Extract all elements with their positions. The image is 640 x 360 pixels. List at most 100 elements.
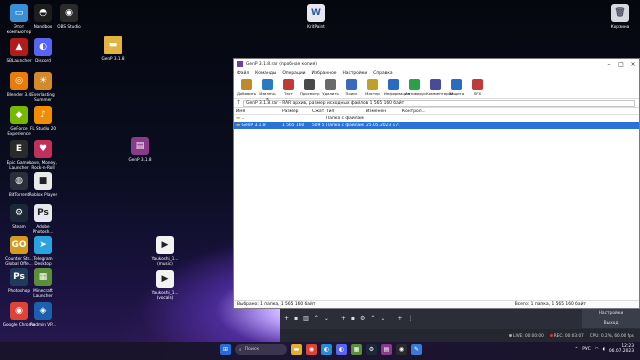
search-box[interactable]: ⌕ Поиск xyxy=(235,344,287,355)
tray-chevron-icon[interactable]: ⌃ xyxy=(575,347,579,352)
path-field[interactable]: GenP 3.1.8.rar - RAR архив, размер исход… xyxy=(243,99,635,107)
desktop-icon[interactable]: ♥ Love, Money, Rock-n-Roll xyxy=(26,140,60,170)
filter-icon[interactable]: ▥ xyxy=(303,315,309,322)
toolbar-button[interactable]: Извлечь в xyxy=(258,79,277,101)
column-header-cell[interactable]: Сжат xyxy=(310,109,324,114)
more-icon[interactable]: ⋮ xyxy=(407,315,413,322)
desktop-icon[interactable]: ◉ OBS Studio xyxy=(52,4,86,29)
column-header-cell[interactable]: Имя xyxy=(234,109,280,114)
view-icon xyxy=(304,79,315,90)
winrar-archive-icon: ▤ xyxy=(131,137,149,155)
desktop-icon-label: Adobe Photosh... xyxy=(32,224,54,234)
remove-scene-icon[interactable]: ▪ xyxy=(351,315,355,322)
desktop-icon-label: Radmin VP... xyxy=(30,322,56,327)
toolbar-button[interactable]: Защита xyxy=(447,79,466,96)
column-header-cell[interactable]: Размер xyxy=(280,109,310,114)
column-header-cell[interactable]: Изменён xyxy=(364,109,400,114)
menu-item[interactable]: Избранное xyxy=(312,71,337,76)
toolbar-button[interactable]: Просмотр xyxy=(300,79,320,96)
toolbar-label: Мастер xyxy=(365,91,380,96)
table-row[interactable]: ▬ .. Папка с файлами xyxy=(234,115,639,122)
column-header-cell[interactable]: Контрол... xyxy=(400,109,430,114)
start-button[interactable]: ⊞ xyxy=(220,344,231,355)
volume-icon[interactable]: ◖ xyxy=(603,347,605,352)
obs-settings-button[interactable]: Настройки xyxy=(599,311,624,316)
menu-item[interactable]: Справка xyxy=(373,71,392,76)
toolbar-button[interactable]: Антивирус xyxy=(405,79,426,96)
fl-studio-icon: ♪ xyxy=(34,106,52,124)
menu-item[interactable]: Настройки xyxy=(342,71,367,76)
obs-controls: + ▪ ▥ ⌃ ⌄ + ▪ ⚙ ⌃ ⌄ + ⋮ Настройки Выход … xyxy=(280,309,640,342)
winrar-window[interactable]: GenP 3.1.8.rar (пробная копия) – □ × Фай… xyxy=(233,58,640,309)
desktop-icon[interactable]: ◈ Radmin VP... xyxy=(26,302,60,327)
desktop-krita[interactable]: W KritPaint xyxy=(299,4,333,29)
minimize-button[interactable]: – xyxy=(603,61,615,68)
desktop-folder-genp[interactable]: ▬ GenP 3.1.8 xyxy=(96,36,130,61)
discord-taskbar-icon[interactable]: ◐ xyxy=(336,344,347,355)
minecraft-icon: ▦ xyxy=(34,268,52,286)
down-scene-icon[interactable]: ⌄ xyxy=(380,315,385,322)
menu-item[interactable]: Команды xyxy=(255,71,276,76)
menu-item[interactable]: Операции xyxy=(282,71,305,76)
close-button[interactable]: × xyxy=(627,61,639,68)
column-header: Имя Размер Сжат Тип Изменён Контрол... xyxy=(234,108,639,115)
desktop-icon[interactable]: ■ Roblox Player xyxy=(26,172,60,197)
toolbar-button[interactable]: Мастер xyxy=(363,79,382,96)
desktop-video-music[interactable]: ▶ Yaukoshi_1... (music) xyxy=(148,236,182,266)
column-header-cell[interactable]: Тип xyxy=(324,109,364,114)
wifi-icon[interactable]: ◠ xyxy=(595,347,599,352)
desktop-icon[interactable]: Ps Adobe Photosh... xyxy=(26,204,60,234)
desktop-icon[interactable]: ▦ Minecraft Launcher xyxy=(26,268,60,298)
add-source-icon[interactable]: + xyxy=(284,315,289,322)
discord-icon: ◐ xyxy=(34,38,52,56)
love-money-icon: ♥ xyxy=(34,140,52,158)
toolbar-label: Защита xyxy=(448,91,465,96)
toolbar-button[interactable]: Поиск xyxy=(342,79,361,96)
desktop-icon[interactable]: ☀ Everlasting Summer xyxy=(26,72,60,102)
edge-icon[interactable]: ◐ xyxy=(321,344,332,355)
desktop-icon[interactable]: ➤ Telegram Desktop xyxy=(26,236,60,266)
toolbar-button[interactable]: Комментарий xyxy=(426,79,453,96)
toolbar-button[interactable]: Добавить xyxy=(237,79,256,96)
settings-gear-icon[interactable]: ⚙ xyxy=(360,315,365,322)
add-audio-icon[interactable]: + xyxy=(397,315,402,322)
up-arrow-icon[interactable]: 🡑 xyxy=(237,98,240,108)
obs-exit-button[interactable]: Выход xyxy=(604,321,619,326)
desktop-icon[interactable]: ♪ FL Studio 20 xyxy=(26,106,60,131)
menu-bar: Файл Команды Операции Избранное Настройки Спр… xyxy=(234,69,639,77)
clock[interactable]: 12:23 06.07.2023 xyxy=(609,344,634,354)
krita-taskbar-icon[interactable]: ✎ xyxy=(411,344,422,355)
winrar-taskbar-icon[interactable]: ▤ xyxy=(381,344,392,355)
file-list: ▬ .. Папка с файлами ▬ GenP 3.1.8 1 565 160… xyxy=(234,115,639,129)
steam-taskbar-icon[interactable]: ⚙ xyxy=(366,344,377,355)
antivirus-icon xyxy=(409,79,420,90)
desktop-video-vocals[interactable]: ▶ Yaukoshi_1... (vocals) xyxy=(148,270,182,300)
explorer-icon[interactable]: ▬ xyxy=(291,344,302,355)
desktop-icon[interactable]: ◐ Discord xyxy=(26,38,60,63)
toolbar-button[interactable]: Тест xyxy=(279,79,298,96)
maximize-button[interactable]: □ xyxy=(615,61,627,68)
remove-icon[interactable]: ▪ xyxy=(294,315,298,322)
find-icon xyxy=(346,79,357,90)
chrome-taskbar-icon[interactable]: ◉ xyxy=(306,344,317,355)
obs-taskbar-icon[interactable]: ◉ xyxy=(396,344,407,355)
delete-icon xyxy=(325,79,336,90)
video-file-icon: ▶ xyxy=(156,270,174,288)
recycle-bin-icon: 🗑 xyxy=(611,4,629,22)
protect-icon xyxy=(451,79,462,90)
menu-item[interactable]: Файл xyxy=(237,71,249,76)
language-indicator[interactable]: РУС xyxy=(582,347,590,352)
down-icon[interactable]: ⌄ xyxy=(324,315,329,322)
desktop-recycle-bin[interactable]: 🗑 Корзина xyxy=(603,4,637,29)
toolbar-button[interactable]: SFX xyxy=(468,79,487,96)
up-icon[interactable]: ⌃ xyxy=(314,315,319,322)
table-row[interactable]: ▬ GenP 3.1.81 565 160 509 578Папка с файл… xyxy=(234,122,639,129)
toolbar-button[interactable]: Информация xyxy=(384,79,410,96)
desktop-rar-genp[interactable]: ▤ GenP 3.1.8 xyxy=(123,137,157,162)
toolbar-button[interactable]: Удалить xyxy=(321,79,340,96)
title-bar[interactable]: GenP 3.1.8.rar (пробная копия) – □ × xyxy=(234,59,639,69)
up-scene-icon[interactable]: ⌃ xyxy=(370,315,375,322)
wizard-icon xyxy=(367,79,378,90)
add-scene-icon[interactable]: + xyxy=(341,315,346,322)
minecraft-taskbar-icon[interactable]: ▦ xyxy=(351,344,362,355)
